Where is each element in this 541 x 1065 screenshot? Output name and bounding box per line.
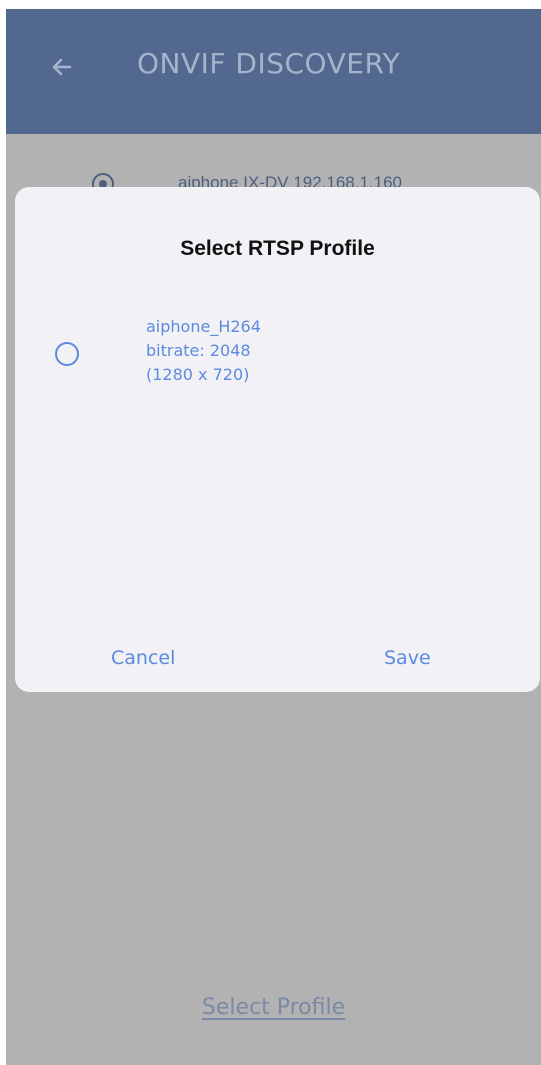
profile-name: aiphone_H264 (146, 317, 261, 336)
app-header: ONVIF DISCOVERY (6, 9, 541, 134)
select-profile-link[interactable]: Select Profile (6, 995, 541, 1020)
profile-bitrate: bitrate: 2048 (146, 341, 251, 360)
page-title: ONVIF DISCOVERY (137, 47, 401, 80)
dialog-title: Select RTSP Profile (180, 237, 375, 260)
back-button[interactable] (44, 49, 80, 85)
arrow-left-icon (52, 58, 72, 76)
profile-resolution: (1280 x 720) (146, 365, 250, 384)
cancel-button[interactable]: Cancel (111, 647, 175, 669)
profile-radio[interactable] (55, 342, 79, 366)
rtsp-profile-dialog: Select RTSP Profile aiphone_H264 bitrate… (15, 187, 540, 692)
save-button[interactable]: Save (384, 647, 431, 669)
profile-details: aiphone_H264 bitrate: 2048 (1280 x 720) (146, 315, 261, 387)
profile-option[interactable]: aiphone_H264 bitrate: 2048 (1280 x 720) (15, 315, 540, 395)
